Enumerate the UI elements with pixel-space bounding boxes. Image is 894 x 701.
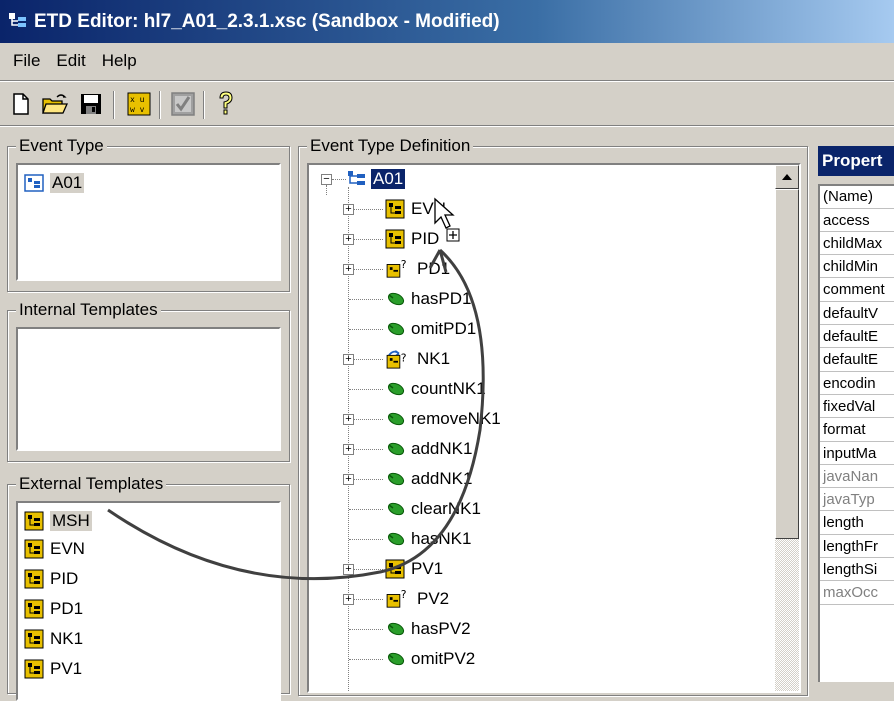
property-row[interactable]: access (820, 209, 894, 232)
properties-header: Propert (818, 146, 894, 176)
property-row[interactable]: comment (820, 279, 894, 302)
drag-path-arrow (107, 248, 485, 581)
properties-grid[interactable]: (Name) access childMax childMin comment defau… (818, 184, 894, 682)
property-row[interactable]: childMax (820, 233, 894, 256)
property-row[interactable]: defaultE (820, 349, 894, 372)
property-row[interactable]: defaultE (820, 326, 894, 349)
property-row[interactable]: lengthFr (820, 536, 894, 558)
property-row[interactable]: inputMa (820, 442, 894, 465)
property-row[interactable]: format (820, 419, 894, 442)
property-row[interactable]: encodin (820, 372, 894, 395)
property-row[interactable]: defaultV (820, 303, 894, 325)
property-row[interactable]: (Name) (820, 186, 894, 209)
property-row[interactable]: maxOcc (820, 582, 894, 605)
property-row[interactable]: javaTyp (820, 489, 894, 512)
property-row[interactable]: length (820, 512, 894, 535)
property-row[interactable]: childMin (820, 256, 894, 279)
property-row[interactable]: fixedVal (820, 396, 894, 419)
property-row[interactable]: lengthSi (820, 559, 894, 582)
property-row[interactable]: javaNan (820, 466, 894, 489)
